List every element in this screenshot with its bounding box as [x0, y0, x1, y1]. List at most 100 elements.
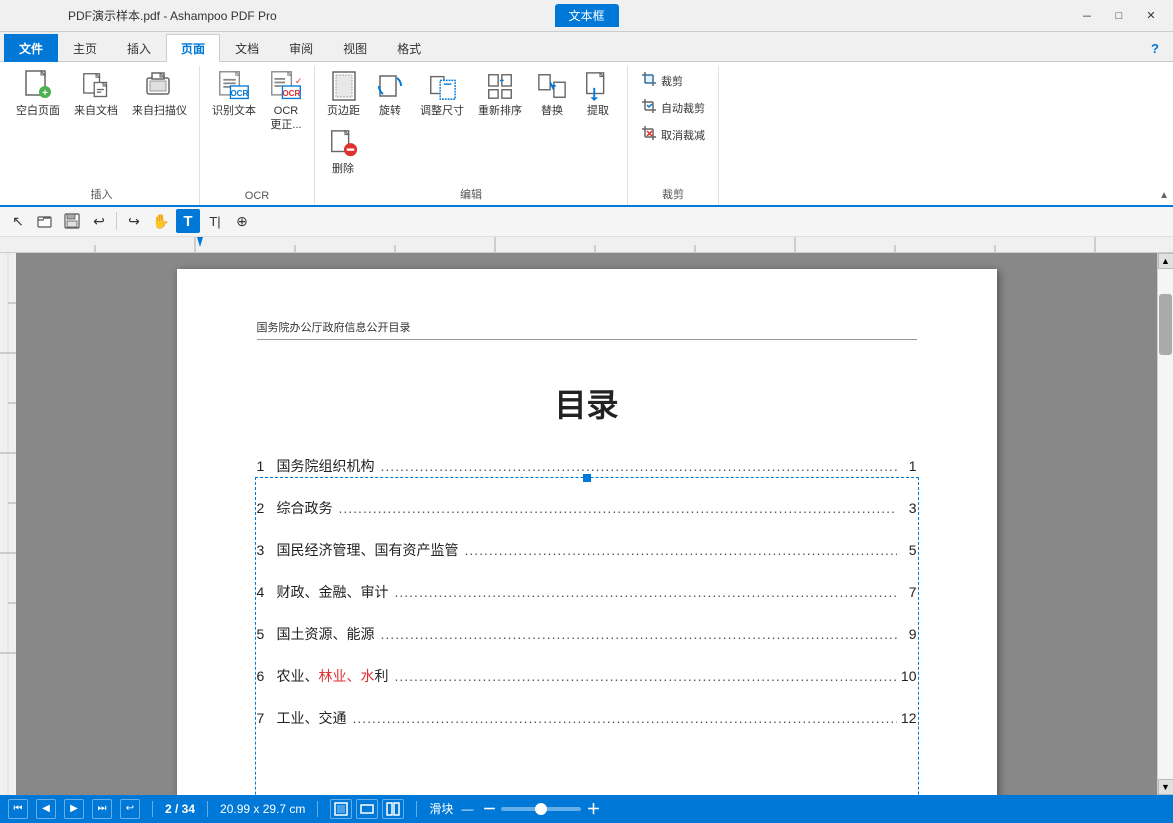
zoom-thumb[interactable] — [535, 803, 547, 815]
resize-button[interactable]: 调整尺寸 — [414, 66, 470, 122]
blank-page-button[interactable]: + 空白页面 — [10, 66, 66, 122]
two-page-button[interactable] — [382, 799, 404, 819]
back-button[interactable]: ↩ — [120, 799, 140, 819]
fit-page-button[interactable] — [330, 799, 352, 819]
replace-button[interactable]: 替换 — [530, 66, 574, 122]
page-margin-icon — [328, 70, 360, 102]
undo-tool-button[interactable]: ↩ — [87, 209, 111, 233]
pdf-page: 国务院办公厅政府信息公开目录 目录 1 国务院组织机构 ............… — [177, 269, 997, 795]
page-info: 2 / 34 — [165, 802, 195, 816]
tab-page[interactable]: 页面 — [166, 34, 220, 62]
tab-insert[interactable]: 插入 — [112, 34, 166, 62]
status-separator-4 — [416, 801, 417, 817]
reorder-button[interactable]: 重新排序 — [472, 66, 528, 122]
last-page-button[interactable]: ⏭ — [92, 799, 112, 819]
from-doc-button[interactable]: 来自文档 — [68, 66, 124, 122]
edit-group: 页边距 旋转 — [315, 66, 628, 205]
tab-format[interactable]: 格式 — [382, 34, 436, 62]
maximize-button[interactable]: □ — [1105, 6, 1133, 26]
from-doc-icon — [80, 70, 112, 102]
zoom-track[interactable] — [501, 807, 581, 811]
scroll-track[interactable] — [1158, 269, 1173, 779]
reorder-label: 重新排序 — [478, 104, 522, 118]
ocr-correct-icon: OCR ✓ — [270, 70, 302, 102]
tab-document[interactable]: 文档 — [220, 34, 274, 62]
zoom-separator: — — [461, 802, 473, 816]
vertical-scrollbar[interactable]: ▲ ▼ — [1157, 253, 1173, 795]
window-controls[interactable]: － □ ✕ — [1073, 6, 1165, 26]
left-margin-strip — [165, 269, 177, 795]
ocr-recognize-label: 识别文本 — [212, 104, 256, 118]
select-tool-button[interactable]: ↖ — [6, 209, 30, 233]
minimize-button[interactable]: － — [1073, 6, 1101, 26]
scroll-thumb[interactable] — [1159, 294, 1172, 355]
save-tool-button[interactable] — [60, 209, 84, 233]
crop-group-label: 裁剪 — [634, 183, 712, 205]
scroll-down-button[interactable]: ▼ — [1158, 779, 1173, 795]
insert-group: + 空白页面 来自文档 — [4, 66, 200, 205]
first-page-button[interactable]: ⏮ — [8, 799, 28, 819]
delete-button[interactable]: 删除 — [321, 124, 365, 180]
next-page-button[interactable]: ▶ — [64, 799, 84, 819]
ocr-group-label: OCR — [206, 187, 308, 205]
rotate-button[interactable]: 旋转 — [368, 66, 412, 122]
redo-tool-button[interactable]: ↪ — [122, 209, 146, 233]
help-button[interactable]: ? — [1141, 36, 1169, 61]
insert-group-label: 插入 — [10, 183, 193, 205]
auto-crop-button[interactable]: 自动裁剪 — [634, 95, 712, 120]
vertical-ruler — [0, 253, 16, 795]
hand-tool-button[interactable]: ✋ — [149, 209, 173, 233]
cancel-crop-button[interactable]: 取消裁减 — [634, 122, 712, 147]
close-button[interactable]: ✕ — [1137, 6, 1165, 26]
page-header: 国务院办公厅政府信息公开目录 — [257, 319, 917, 340]
status-separator-2 — [207, 801, 208, 817]
active-tab-title: 文本框 — [554, 4, 618, 27]
selection-handle-top[interactable] — [583, 474, 591, 482]
open-tool-button[interactable] — [33, 209, 57, 233]
crop-button[interactable]: 裁剪 — [634, 68, 690, 93]
insert-text-tool-button[interactable]: T| — [203, 209, 227, 233]
ribbon-collapse-button[interactable]: ▲ — [1159, 190, 1169, 201]
extract-button[interactable]: 提取 — [576, 66, 620, 122]
from-scanner-button[interactable]: 来自扫描仪 — [126, 66, 193, 122]
text-tool-button[interactable]: T — [176, 209, 200, 233]
tab-file[interactable]: 文件 — [4, 34, 58, 62]
selection-box — [255, 477, 919, 795]
page-size: 20.99 x 29.7 cm — [220, 802, 305, 816]
horizontal-ruler — [0, 237, 1173, 253]
page-margin-label: 页边距 — [327, 104, 360, 118]
zoom-plus-button[interactable]: ＋ — [585, 801, 601, 817]
extract-label: 提取 — [587, 104, 609, 118]
status-bar: ⏮ ◀ ▶ ⏭ ↩ 2 / 34 20.99 x 29.7 cm 滑块 — － … — [0, 795, 1173, 823]
resize-icon — [426, 70, 458, 102]
crop-label: 裁剪 — [661, 73, 683, 89]
fit-width-button[interactable] — [356, 799, 378, 819]
ribbon: + 空白页面 来自文档 — [0, 62, 1173, 207]
reorder-icon — [484, 70, 516, 102]
page-header-text: 国务院办公厅政府信息公开目录 — [257, 322, 411, 334]
tab-view[interactable]: 视图 — [328, 34, 382, 62]
main-area: 国务院办公厅政府信息公开目录 目录 1 国务院组织机构 ............… — [0, 253, 1173, 795]
ocr-correct-label: OCR 更正... — [270, 104, 301, 133]
toolbar: ↖ ↩ ↪ ✋ T T| ⊕ — [0, 207, 1173, 237]
status-separator-1 — [152, 801, 153, 817]
from-doc-label: 来自文档 — [74, 104, 118, 118]
from-scanner-icon — [144, 70, 176, 102]
scroll-up-button[interactable]: ▲ — [1158, 253, 1173, 269]
prev-page-button[interactable]: ◀ — [36, 799, 56, 819]
extract-icon — [582, 70, 614, 102]
auto-crop-label: 自动裁剪 — [661, 100, 705, 116]
svg-text:OCR: OCR — [230, 89, 248, 98]
page-scroll-area[interactable]: 国务院办公厅政府信息公开目录 目录 1 国务院组织机构 ............… — [16, 253, 1157, 795]
page-margin-button[interactable]: 页边距 — [321, 66, 366, 122]
zoom-slider[interactable]: － ＋ — [481, 801, 601, 817]
tab-home[interactable]: 主页 — [58, 34, 112, 62]
ocr-correct-button[interactable]: OCR ✓ OCR 更正... — [264, 66, 308, 137]
page-main-title: 目录 — [257, 380, 917, 426]
ocr-recognize-button[interactable]: OCR 识别文本 — [206, 66, 262, 122]
zoom-minus-button[interactable]: － — [481, 801, 497, 817]
replace-label: 替换 — [541, 104, 563, 118]
blank-page-icon: + — [22, 70, 54, 102]
extra-tool-button[interactable]: ⊕ — [230, 209, 254, 233]
tab-review[interactable]: 审阅 — [274, 34, 328, 62]
